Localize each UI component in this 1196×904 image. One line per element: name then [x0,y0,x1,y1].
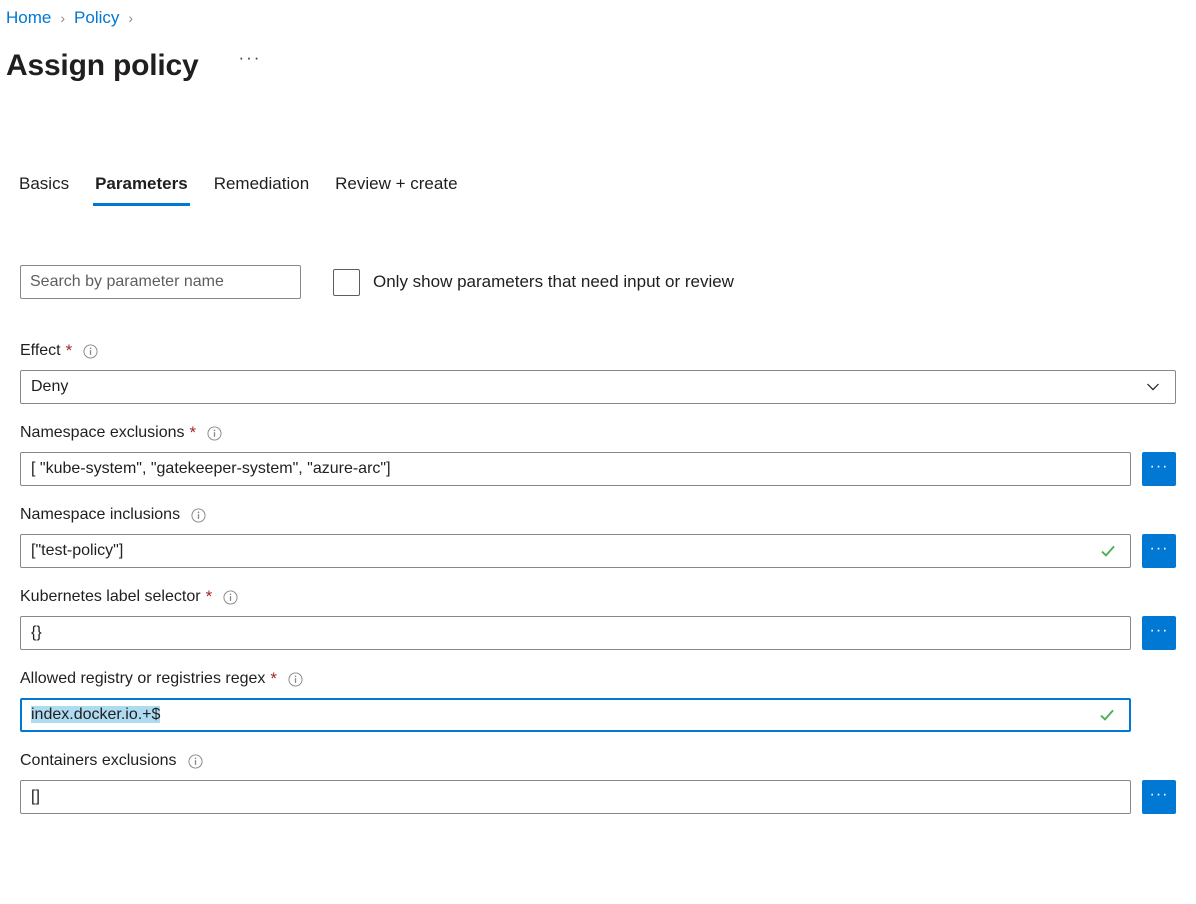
tab-bar: BasicsParametersRemediationReview + crea… [6,170,471,210]
edit-value-button-kubernetes-label-selector[interactable]: ··· [1142,616,1176,650]
input-containers-exclusions[interactable]: [] [20,780,1131,814]
needs-input-filter-checkbox[interactable]: Only show parameters that need input or … [333,269,734,296]
checkbox-box[interactable] [333,269,360,296]
info-icon[interactable] [83,344,98,359]
input-allowed-registry-or-registries-regex[interactable]: index.docker.io.+$ [20,698,1131,732]
input-value: [ "kube-system", "gatekeeper-system", "a… [21,453,1130,485]
assign-policy-page: Home › Policy › Assign policy ··· BasicsPar… [0,0,1196,904]
info-icon[interactable] [288,672,303,687]
ellipsis-icon: ··· [1150,535,1169,563]
breadcrumb-item-policy[interactable]: Policy [74,6,119,30]
label-text: Effect [20,340,61,362]
required-indicator: * [66,343,73,359]
chevron-down-icon[interactable] [1145,379,1161,395]
label-text: Allowed registry or registries regex [20,668,265,690]
tab-basics[interactable]: Basics [6,170,82,206]
required-indicator: * [270,671,277,687]
info-icon[interactable] [188,754,203,769]
input-kubernetes-label-selector[interactable]: {} [20,616,1131,650]
input-value: [] [21,781,1130,813]
parameter-label-effect: Effect * [20,340,1176,362]
input-value: {} [21,617,1130,649]
search-input[interactable] [20,265,301,299]
page-title: Assign policy [6,44,198,88]
ellipsis-icon: ··· [1150,453,1169,481]
dropdown-effect[interactable]: Deny [20,370,1176,404]
parameter-control-row: {} ··· [20,616,1176,650]
info-icon[interactable] [223,590,238,605]
parameter-control-row: [ "kube-system", "gatekeeper-system", "a… [20,452,1176,486]
label-text: Namespace inclusions [20,504,180,526]
parameter-field-effect: Effect * Deny [20,340,1176,404]
edit-value-button-namespace-exclusions[interactable]: ··· [1142,452,1176,486]
info-icon[interactable] [207,426,222,441]
label-text: Kubernetes label selector [20,586,201,608]
required-indicator: * [190,425,197,441]
input-value: ["test-policy"] [21,535,1100,567]
page-title-row: Assign policy ··· [6,44,261,88]
input-namespace-inclusions[interactable]: ["test-policy"] [20,534,1131,568]
parameter-field-allowed-registry-or-registries-regex: Allowed registry or registries regex * ind… [20,668,1176,732]
info-icon[interactable] [191,508,206,523]
checkbox-label: Only show parameters that need input or … [373,270,734,294]
parameter-field-namespace-inclusions: Namespace inclusions ["test-policy"] ··· [20,504,1176,568]
edit-value-button-namespace-inclusions[interactable]: ··· [1142,534,1176,568]
validation-checkmark-icon [1100,543,1116,559]
tab-parameters[interactable]: Parameters [82,170,201,206]
ellipsis-icon: ··· [1150,617,1169,645]
input-namespace-exclusions[interactable]: [ "kube-system", "gatekeeper-system", "a… [20,452,1131,486]
validation-checkmark-icon [1099,707,1115,723]
more-actions-icon[interactable]: ··· [238,48,261,68]
parameter-label-allowed-registry-or-registries-regex: Allowed registry or registries regex * [20,668,1176,690]
tab-review-create[interactable]: Review + create [322,170,470,206]
selected-text: index.docker.io.+$ [31,706,160,723]
required-indicator: * [206,589,213,605]
parameter-field-containers-exclusions: Containers exclusions [] ··· [20,750,1176,814]
tab-remediation[interactable]: Remediation [201,170,322,206]
parameter-filter-row: Only show parameters that need input or … [20,264,734,300]
parameter-field-namespace-exclusions: Namespace exclusions * [ "kube-system", "g… [20,422,1176,486]
parameter-control-row: index.docker.io.+$ [20,698,1176,732]
parameter-field-kubernetes-label-selector: Kubernetes label selector * {} ··· [20,586,1176,650]
parameter-list: Effect * Deny Namespace exclusions * [ "kube-… [20,340,1176,832]
input-value: Deny [21,371,1145,403]
ellipsis-icon: ··· [1150,781,1169,809]
parameter-label-namespace-inclusions: Namespace inclusions [20,504,1176,526]
parameter-control-row: ["test-policy"] ··· [20,534,1176,568]
label-text: Containers exclusions [20,750,177,772]
parameter-label-kubernetes-label-selector: Kubernetes label selector * [20,586,1176,608]
parameter-control-row: Deny [20,370,1176,404]
label-text: Namespace exclusions [20,422,185,444]
parameter-control-row: [] ··· [20,780,1176,814]
edit-value-button-containers-exclusions[interactable]: ··· [1142,780,1176,814]
breadcrumb-separator-icon: › [60,6,65,30]
breadcrumb-item-home[interactable]: Home [6,6,51,30]
breadcrumb-separator-icon: › [128,6,133,30]
breadcrumb: Home › Policy › [6,6,142,30]
input-value: index.docker.io.+$ [22,699,1099,731]
parameter-label-containers-exclusions: Containers exclusions [20,750,1176,772]
parameter-label-namespace-exclusions: Namespace exclusions * [20,422,1176,444]
